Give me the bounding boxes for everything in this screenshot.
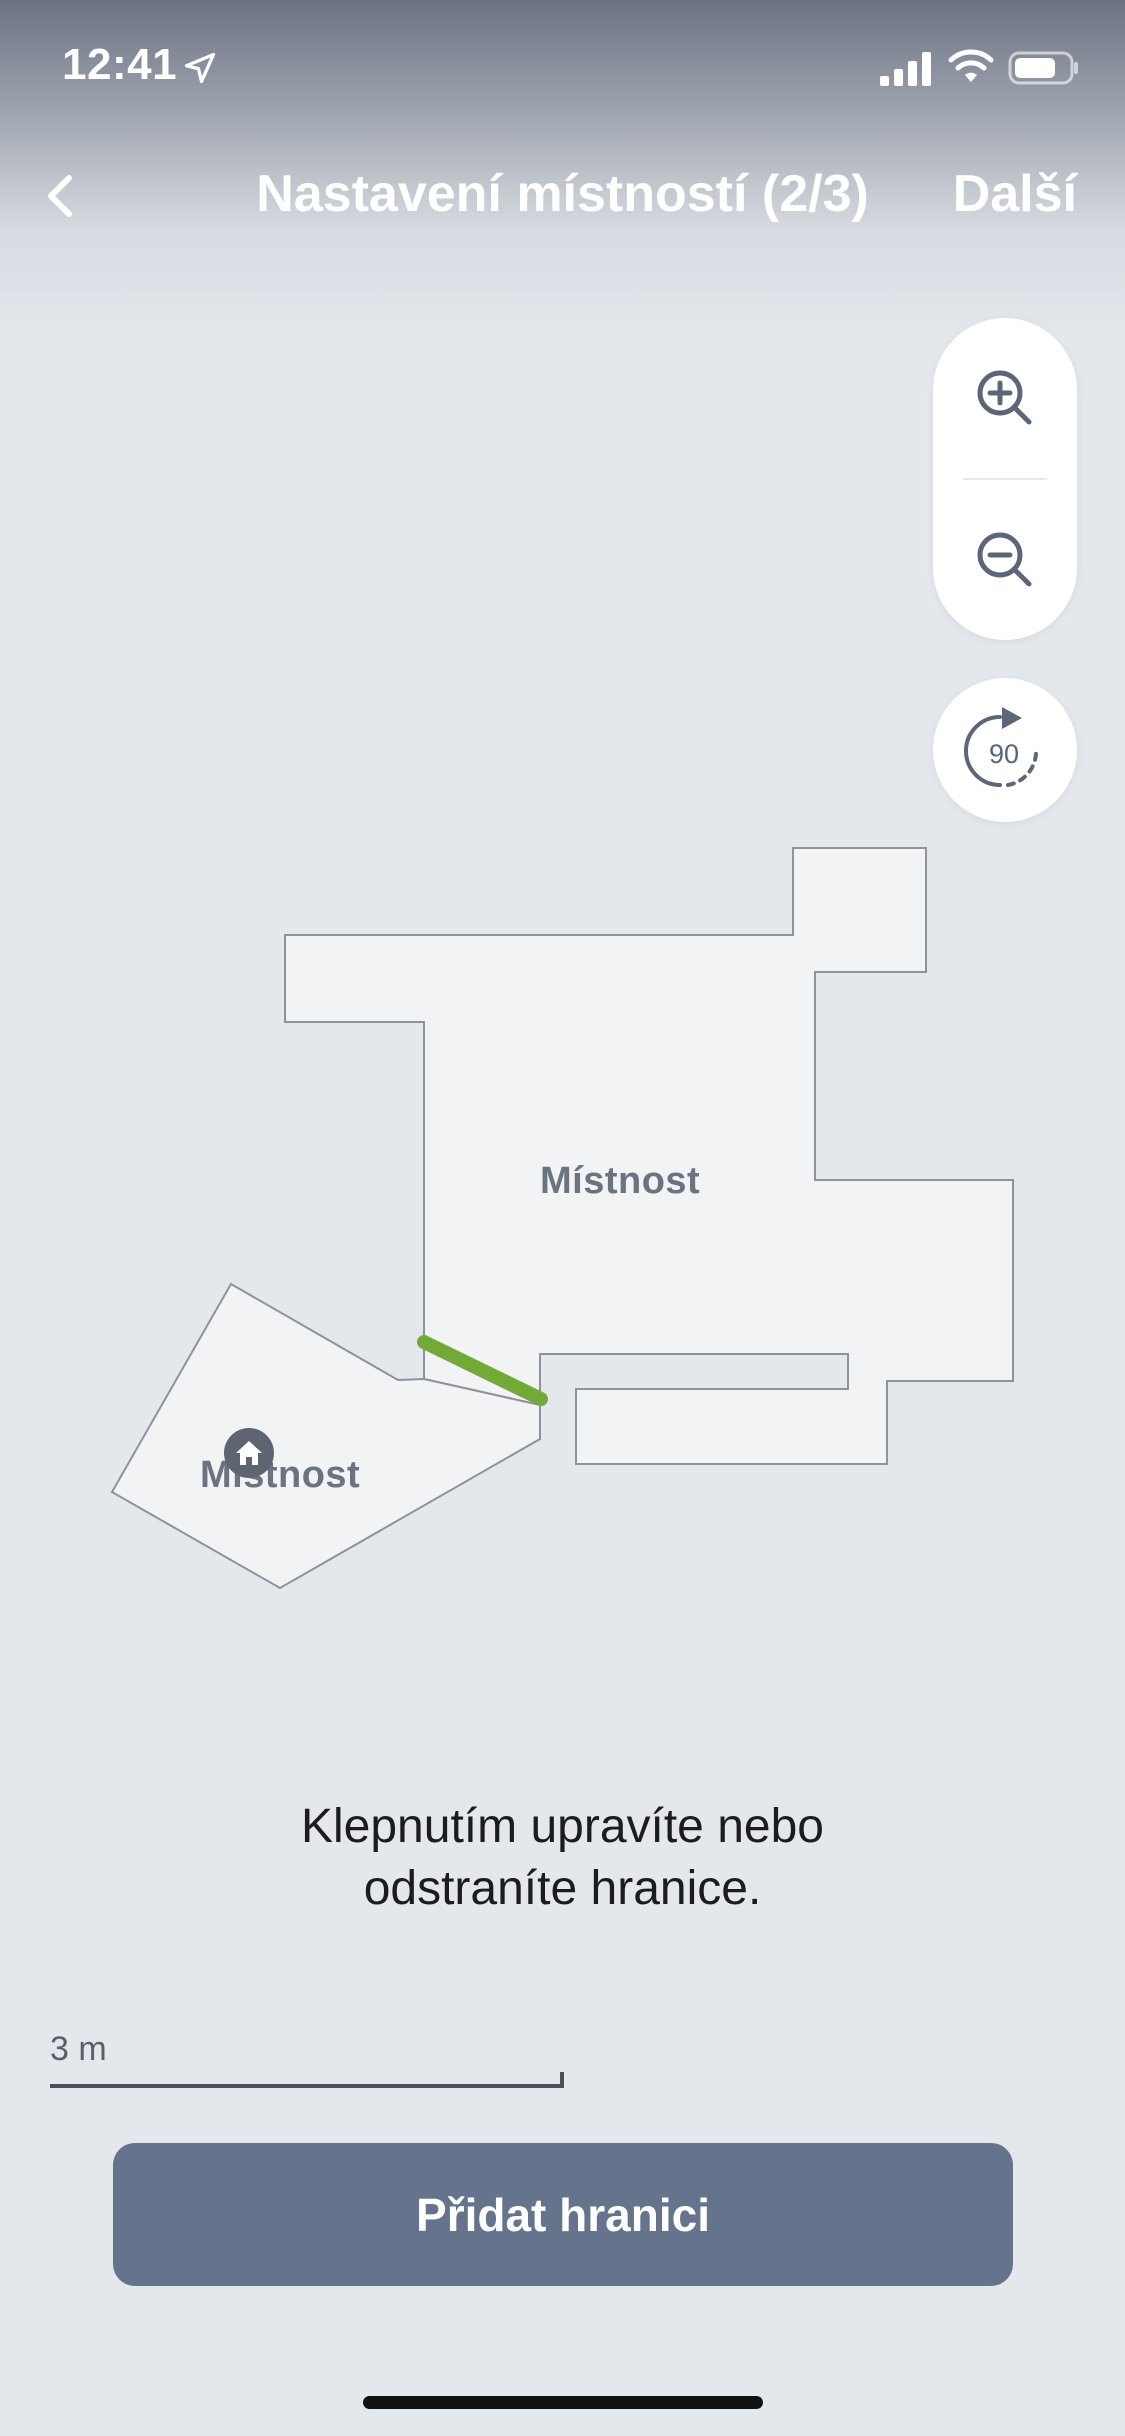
room-label[interactable]: Místnost [200, 1454, 360, 1497]
cellular-signal-icon [880, 52, 931, 86]
status-time: 12:41 [62, 40, 178, 89]
page-title: Nastavení místností (2/3) [256, 165, 869, 223]
instruction-text: Klepnutím upravíte nebo odstraníte hrani… [150, 1796, 975, 1920]
battery-icon [1008, 51, 1078, 85]
scale-bar-tick [560, 2072, 564, 2088]
zoom-out-button[interactable] [933, 488, 1077, 632]
scale-bar [50, 2084, 564, 2088]
rotate-icon: 90 [964, 707, 1038, 787]
rotate-label: 90 [989, 739, 1019, 769]
wifi-icon [948, 49, 994, 82]
zoom-in-icon [977, 370, 1032, 425]
back-button[interactable] [30, 166, 90, 226]
room-label[interactable]: Místnost [540, 1160, 700, 1203]
instruction-line: odstraníte hranice. [363, 1862, 762, 1915]
home-icon [236, 1441, 262, 1465]
zoom-out-icon [977, 532, 1032, 587]
zoom-control [933, 318, 1077, 640]
home-indicator [363, 2396, 763, 2409]
dock-marker [224, 1428, 274, 1478]
room-shape-main[interactable] [284, 847, 1014, 1465]
location-arrow-icon [184, 52, 216, 84]
room-setup-screen: 12:41 Nastavení místností (2/3) Další Mí… [0, 0, 1125, 2436]
rotate-90-button[interactable]: 90 [933, 678, 1077, 822]
instruction-line: Klepnutím upravíte nebo [300, 1800, 824, 1853]
add-boundary-button[interactable]: Přidat hranici [113, 2143, 1013, 2286]
chevron-left-icon [48, 175, 72, 217]
zoom-divider [963, 478, 1047, 480]
zoom-in-button[interactable] [933, 326, 1077, 470]
next-button[interactable]: Další [953, 164, 1077, 224]
scale-label: 3 m [50, 2030, 107, 2068]
